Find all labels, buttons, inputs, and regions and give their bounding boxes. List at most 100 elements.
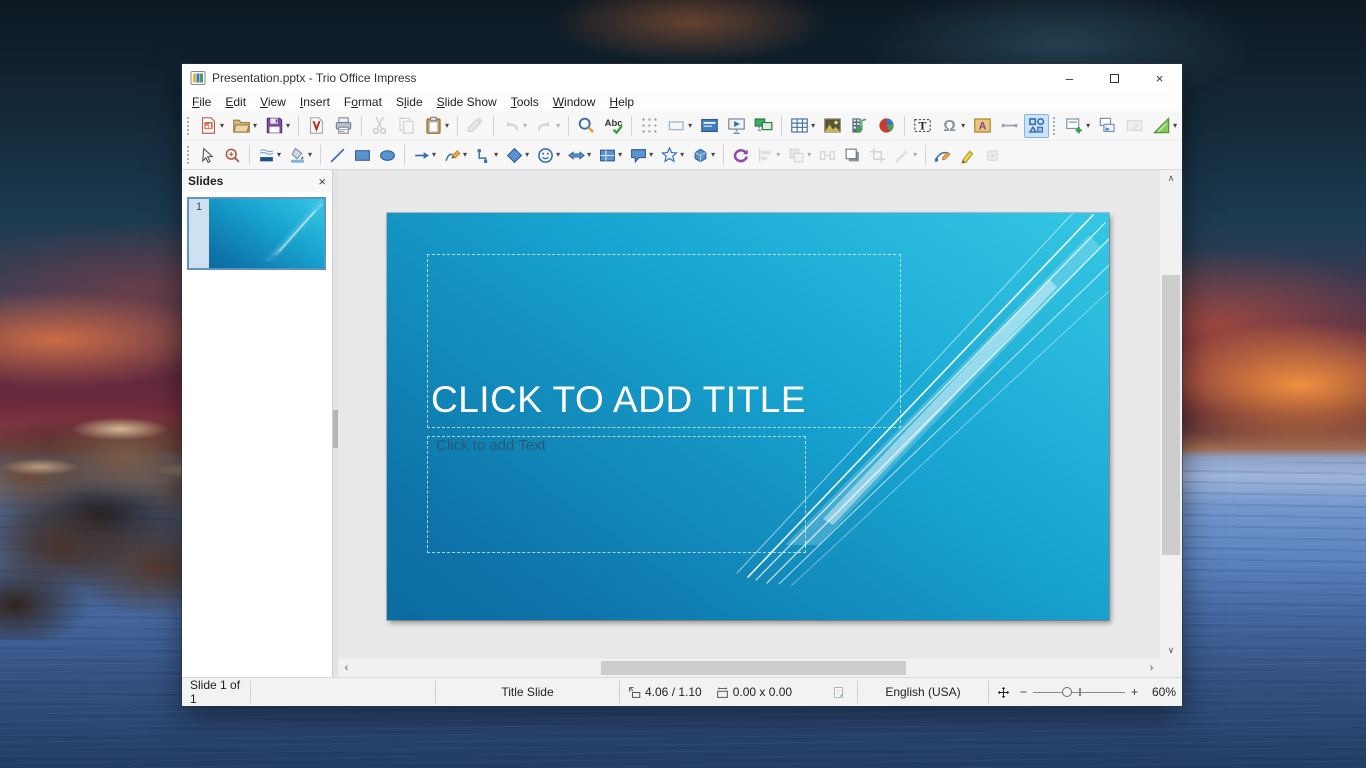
rectangle-button[interactable] [351, 143, 374, 167]
dropdown-arrow-icon[interactable]: ▾ [776, 151, 780, 159]
dropdown-arrow-icon[interactable]: ▾ [523, 122, 527, 130]
snap-guides-button[interactable]: ▾ [664, 114, 695, 138]
scroll-right-icon[interactable]: › [1143, 659, 1160, 677]
body-text-placeholder[interactable]: Click to add Text [427, 436, 806, 553]
dropdown-arrow-icon[interactable]: ▾ [618, 151, 622, 159]
insert-image-button[interactable] [820, 114, 845, 138]
minimize-button[interactable]: – [1047, 64, 1092, 92]
insert-gluepoint-button[interactable] [981, 143, 1004, 167]
dropdown-arrow-icon[interactable]: ▾ [811, 122, 815, 130]
menu-item-slide[interactable]: Slide [389, 94, 430, 110]
dropdown-arrow-icon[interactable]: ▾ [680, 151, 684, 159]
menu-item-edit[interactable]: Edit [218, 94, 253, 110]
dropdown-arrow-icon[interactable]: ▾ [807, 151, 811, 159]
undo-button[interactable]: ▾ [499, 114, 530, 138]
save-button[interactable]: ▾ [262, 114, 293, 138]
slides-panel-close-icon[interactable]: × [318, 175, 326, 188]
dropdown-arrow-icon[interactable]: ▾ [688, 122, 692, 130]
insert-line-button[interactable] [326, 143, 349, 167]
menu-item-view[interactable]: View [253, 94, 293, 110]
start-slideshow-button[interactable] [724, 114, 749, 138]
find-replace-button[interactable] [574, 114, 599, 138]
dropdown-arrow-icon[interactable]: ▾ [445, 122, 449, 130]
zoom-percent[interactable]: 60% [1144, 685, 1176, 699]
clone-formatting-button[interactable] [463, 114, 488, 138]
new-presentation-button[interactable]: ▾ [196, 114, 227, 138]
dropdown-arrow-icon[interactable]: ▾ [711, 151, 715, 159]
dropdown-arrow-icon[interactable]: ▾ [961, 122, 965, 130]
zoom-in-icon[interactable]: + [1131, 685, 1138, 699]
presenter-console-button[interactable] [751, 114, 776, 138]
menu-item-format[interactable]: Format [337, 94, 389, 110]
flowchart-button[interactable]: ▾ [596, 143, 625, 167]
export-pdf-button[interactable] [304, 114, 329, 138]
line-style-button[interactable]: ▾ [255, 143, 284, 167]
insert-chart-button[interactable] [874, 114, 899, 138]
cut-button[interactable] [367, 114, 392, 138]
zoom-slider[interactable] [1033, 685, 1125, 699]
paste-button[interactable]: ▾ [421, 114, 452, 138]
insert-table-button[interactable]: ▾ [787, 114, 818, 138]
distribute-button[interactable] [816, 143, 839, 167]
dropdown-arrow-icon[interactable]: ▾ [587, 151, 591, 159]
copy-button[interactable] [394, 114, 419, 138]
master-slide-button[interactable] [697, 114, 722, 138]
show-draw-functions-button[interactable] [1024, 114, 1049, 138]
scroll-down-icon[interactable]: ∨ [1160, 642, 1182, 659]
gluepoints-button[interactable] [956, 143, 979, 167]
titlebar[interactable]: Presentation.pptx - Trio Office Impress … [182, 64, 1182, 92]
zoom-out-icon[interactable]: − [1020, 685, 1027, 699]
stars-banners-button[interactable]: ▾ [658, 143, 687, 167]
zoom-pan-button[interactable] [221, 143, 244, 167]
menu-item-slide-show[interactable]: Slide Show [430, 94, 504, 110]
title-placeholder[interactable]: CLICK TO ADD TITLE [427, 254, 901, 428]
language-status[interactable]: English (USA) [858, 678, 988, 706]
dropdown-arrow-icon[interactable]: ▾ [1173, 122, 1177, 130]
dropdown-arrow-icon[interactable]: ▾ [556, 151, 560, 159]
scroll-up-icon[interactable]: ∧ [1160, 170, 1182, 187]
ellipse-button[interactable] [376, 143, 399, 167]
insert-text-box-button[interactable]: T [910, 114, 935, 138]
toolbar-grip[interactable] [186, 116, 191, 136]
close-button[interactable]: × [1137, 64, 1182, 92]
lines-and-arrows-button[interactable]: ▾ [410, 143, 439, 167]
dropdown-arrow-icon[interactable]: ▾ [277, 151, 281, 159]
redo-button[interactable]: ▾ [532, 114, 563, 138]
crop-button[interactable] [866, 143, 889, 167]
dropdown-arrow-icon[interactable]: ▾ [913, 151, 917, 159]
maximize-button[interactable] [1092, 64, 1137, 92]
print-button[interactable] [331, 114, 356, 138]
horizontal-scrollbar[interactable]: ‹ › [338, 659, 1160, 677]
dropdown-arrow-icon[interactable]: ▾ [253, 122, 257, 130]
menu-item-window[interactable]: Window [546, 94, 603, 110]
dropdown-arrow-icon[interactable]: ▾ [220, 122, 224, 130]
menu-item-insert[interactable]: Insert [293, 94, 337, 110]
zoom-slider-thumb[interactable] [1062, 687, 1072, 697]
spelling-button[interactable]: Abc [601, 114, 626, 138]
dropdown-arrow-icon[interactable]: ▾ [649, 151, 653, 159]
duplicate-slide-button[interactable] [1095, 114, 1120, 138]
menu-item-help[interactable]: Help [602, 94, 641, 110]
dropdown-arrow-icon[interactable]: ▾ [432, 151, 436, 159]
fit-slide-icon[interactable] [997, 686, 1014, 699]
fontwork-button[interactable]: A [970, 114, 995, 138]
menu-item-tools[interactable]: Tools [504, 94, 546, 110]
slide-thumbnail[interactable]: 1 [187, 197, 326, 270]
basic-shapes-button[interactable]: ▾ [503, 143, 532, 167]
new-slide-button[interactable]: ▾ [1062, 114, 1093, 138]
display-grid-button[interactable] [637, 114, 662, 138]
vertical-scrollbar[interactable]: ∧ ∨ [1160, 170, 1182, 659]
shadow-button[interactable] [841, 143, 864, 167]
insert-media-button[interactable] [847, 114, 872, 138]
open-button[interactable]: ▾ [229, 114, 260, 138]
symbol-shapes-button[interactable]: ▾ [534, 143, 563, 167]
dropdown-arrow-icon[interactable]: ▾ [286, 122, 290, 130]
slide-properties-button[interactable]: ▾ [1149, 114, 1180, 138]
connectors-button[interactable]: ▾ [472, 143, 501, 167]
select-button[interactable] [196, 143, 219, 167]
dropdown-arrow-icon[interactable]: ▾ [525, 151, 529, 159]
curves-polygons-button[interactable]: ▾ [441, 143, 470, 167]
rotate-button[interactable] [729, 143, 752, 167]
dropdown-arrow-icon[interactable]: ▾ [308, 151, 312, 159]
hyperlink-button[interactable] [997, 114, 1022, 138]
